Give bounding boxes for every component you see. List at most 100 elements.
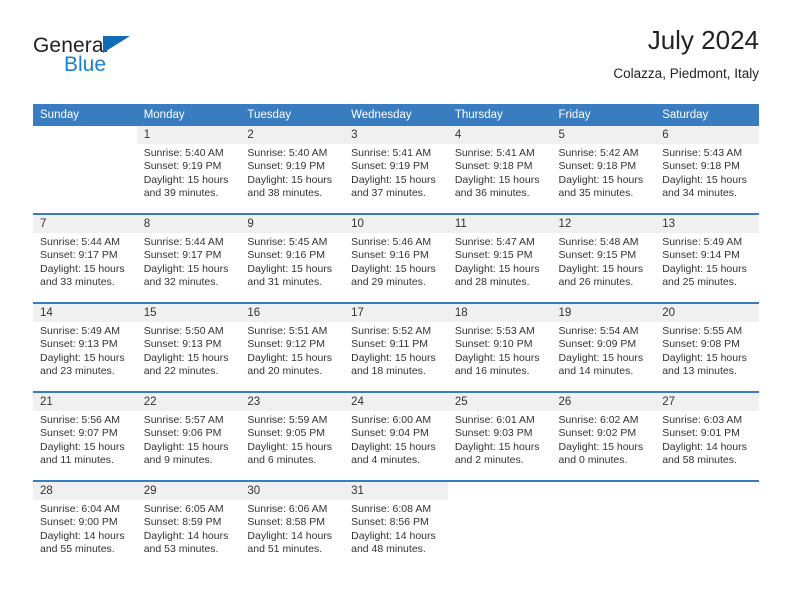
weekday-header-saturday: Saturday: [655, 104, 759, 126]
day-cell[interactable]: Sunrise: 5:50 AM Sunset: 9:13 PM Daylight:…: [136, 322, 241, 391]
day-daylight-2-text: and 6 minutes.: [247, 454, 317, 467]
day-number[interactable]: 23: [240, 393, 345, 411]
day-number[interactable]: 27: [655, 393, 759, 411]
day-cell[interactable]: Sunrise: 5:49 AM Sunset: 9:14 PM Daylight:…: [655, 233, 759, 302]
day-cell[interactable]: Sunrise: 5:53 AM Sunset: 9:10 PM Daylight:…: [447, 322, 552, 391]
day-cell[interactable]: Sunrise: 5:47 AM Sunset: 9:15 PM Daylight:…: [447, 233, 552, 302]
page-header: General Blue July 2024 Colazza, Piedmont…: [33, 24, 759, 96]
day-number[interactable]: 6: [655, 126, 759, 144]
day-number[interactable]: 31: [344, 482, 448, 500]
day-number[interactable]: 15: [136, 304, 241, 322]
day-number-row: 28 29 30 31: [33, 482, 759, 500]
day-number[interactable]: 22: [136, 393, 241, 411]
day-number[interactable]: 16: [240, 304, 345, 322]
day-sunset-text: Sunset: 9:16 PM: [247, 249, 326, 262]
day-cell[interactable]: Sunrise: 5:59 AM Sunset: 9:05 PM Daylight:…: [240, 411, 345, 480]
day-daylight-2-text: and 51 minutes.: [247, 543, 323, 556]
day-cell[interactable]: Sunrise: 5:45 AM Sunset: 9:16 PM Daylight:…: [240, 233, 345, 302]
day-daylight-1-text: Daylight: 15 hours: [558, 440, 644, 453]
day-cell[interactable]: Sunrise: 6:00 AM Sunset: 9:04 PM Daylight:…: [344, 411, 448, 480]
day-cell[interactable]: Sunrise: 6:05 AM Sunset: 8:59 PM Daylight:…: [136, 500, 241, 569]
empty-day-number: [551, 482, 656, 500]
day-number[interactable]: 28: [33, 482, 137, 500]
day-sunrise-text: Sunrise: 6:06 AM: [247, 503, 328, 515]
day-sunrise-text: Sunrise: 6:00 AM: [351, 414, 432, 426]
day-number[interactable]: 21: [33, 393, 137, 411]
day-cell[interactable]: Sunrise: 5:48 AM Sunset: 9:15 PM Daylight:…: [551, 233, 656, 302]
day-cell[interactable]: Sunrise: 5:56 AM Sunset: 9:07 PM Daylight:…: [33, 411, 137, 480]
day-number[interactable]: 17: [344, 304, 448, 322]
day-daylight-1-text: Daylight: 15 hours: [247, 440, 333, 453]
day-sunrise-text: Sunrise: 6:05 AM: [143, 503, 224, 515]
empty-day-number: [33, 126, 137, 144]
logo-word-blue: Blue: [64, 53, 107, 76]
day-cell[interactable]: Sunrise: 5:49 AM Sunset: 9:13 PM Daylight:…: [33, 322, 137, 391]
day-daylight-1-text: Daylight: 15 hours: [40, 351, 125, 364]
day-cell[interactable]: Sunrise: 5:42 AM Sunset: 9:18 PM Daylight:…: [551, 144, 656, 213]
day-number[interactable]: 25: [447, 393, 552, 411]
day-number[interactable]: 9: [240, 215, 345, 233]
day-number[interactable]: 30: [240, 482, 345, 500]
day-cell[interactable]: Sunrise: 6:03 AM Sunset: 9:01 PM Daylight:…: [655, 411, 759, 480]
day-number[interactable]: 20: [655, 304, 759, 322]
day-number[interactable]: 3: [344, 126, 448, 144]
day-cell[interactable]: Sunrise: 5:46 AM Sunset: 9:16 PM Daylight:…: [344, 233, 448, 302]
day-daylight-1-text: Daylight: 14 hours: [143, 529, 229, 542]
day-number[interactable]: 8: [136, 215, 241, 233]
day-cell[interactable]: Sunrise: 5:44 AM Sunset: 9:17 PM Daylight:…: [33, 233, 137, 302]
day-number-row: 21 22 23 24 25 26 27: [33, 393, 759, 411]
day-cell[interactable]: Sunrise: 6:02 AM Sunset: 9:02 PM Daylight:…: [551, 411, 656, 480]
day-daylight-1-text: Daylight: 15 hours: [40, 440, 125, 453]
day-number[interactable]: 29: [136, 482, 241, 500]
day-sunrise-text: Sunrise: 5:45 AM: [247, 236, 328, 248]
day-number[interactable]: 5: [551, 126, 656, 144]
day-number[interactable]: 7: [33, 215, 137, 233]
day-number[interactable]: 18: [447, 304, 552, 322]
day-sunrise-text: Sunrise: 5:44 AM: [143, 236, 224, 248]
day-sunset-text: Sunset: 9:08 PM: [662, 338, 740, 351]
day-sunset-text: Sunset: 8:58 PM: [247, 516, 326, 529]
page-title: July 2024: [647, 25, 759, 55]
day-number[interactable]: 26: [551, 393, 656, 411]
day-daylight-2-text: and 28 minutes.: [454, 276, 530, 289]
day-daylight-2-text: and 37 minutes.: [351, 187, 426, 200]
day-daylight-1-text: Daylight: 15 hours: [143, 173, 229, 186]
day-number[interactable]: 12: [551, 215, 656, 233]
day-cell[interactable]: Sunrise: 5:43 AM Sunset: 9:18 PM Daylight:…: [655, 144, 759, 213]
day-cell[interactable]: Sunrise: 5:54 AM Sunset: 9:09 PM Daylight:…: [551, 322, 656, 391]
day-sunset-text: Sunset: 9:03 PM: [454, 427, 533, 440]
day-cell[interactable]: Sunrise: 5:52 AM Sunset: 9:11 PM Daylight:…: [344, 322, 448, 391]
day-cell[interactable]: Sunrise: 6:06 AM Sunset: 8:58 PM Daylight:…: [240, 500, 345, 569]
day-daylight-1-text: Daylight: 15 hours: [454, 351, 540, 364]
day-number[interactable]: 4: [447, 126, 552, 144]
calendar-table: Sunday Monday Tuesday Wednesday Thursday…: [33, 104, 759, 569]
day-cell[interactable]: Sunrise: 6:04 AM Sunset: 9:00 PM Daylight:…: [33, 500, 137, 569]
day-number[interactable]: 11: [447, 215, 552, 233]
day-number[interactable]: 1: [136, 126, 241, 144]
day-sunrise-text: Sunrise: 5:47 AM: [454, 236, 535, 248]
day-info-row: Sunrise: 5:44 AM Sunset: 9:17 PM Daylight:…: [33, 233, 759, 302]
day-cell[interactable]: Sunrise: 5:57 AM Sunset: 9:06 PM Daylight:…: [136, 411, 241, 480]
day-cell[interactable]: Sunrise: 6:08 AM Sunset: 8:56 PM Daylight:…: [344, 500, 448, 569]
day-number[interactable]: 2: [240, 126, 345, 144]
day-daylight-2-text: and 31 minutes.: [247, 276, 323, 289]
day-cell[interactable]: Sunrise: 5:40 AM Sunset: 9:19 PM Daylight:…: [136, 144, 241, 213]
weekday-header-wednesday: Wednesday: [344, 104, 448, 126]
day-sunrise-text: Sunrise: 5:49 AM: [662, 236, 743, 248]
day-daylight-1-text: Daylight: 15 hours: [558, 262, 644, 275]
day-cell[interactable]: Sunrise: 5:41 AM Sunset: 9:18 PM Daylight:…: [447, 144, 552, 213]
day-number[interactable]: 10: [344, 215, 448, 233]
day-cell[interactable]: Sunrise: 5:51 AM Sunset: 9:12 PM Daylight:…: [240, 322, 345, 391]
day-cell[interactable]: Sunrise: 5:44 AM Sunset: 9:17 PM Daylight:…: [136, 233, 241, 302]
day-cell[interactable]: Sunrise: 6:01 AM Sunset: 9:03 PM Daylight:…: [447, 411, 552, 480]
day-number[interactable]: 14: [33, 304, 137, 322]
day-number[interactable]: 19: [551, 304, 656, 322]
day-number[interactable]: 24: [344, 393, 448, 411]
day-number[interactable]: 13: [655, 215, 759, 233]
day-sunrise-text: Sunrise: 5:50 AM: [143, 325, 224, 337]
day-daylight-2-text: and 9 minutes.: [143, 454, 213, 467]
day-cell[interactable]: Sunrise: 5:55 AM Sunset: 9:08 PM Daylight:…: [655, 322, 759, 391]
day-sunset-text: Sunset: 9:12 PM: [247, 338, 326, 351]
day-cell[interactable]: Sunrise: 5:41 AM Sunset: 9:19 PM Daylight:…: [344, 144, 448, 213]
day-cell[interactable]: Sunrise: 5:40 AM Sunset: 9:19 PM Daylight:…: [240, 144, 345, 213]
